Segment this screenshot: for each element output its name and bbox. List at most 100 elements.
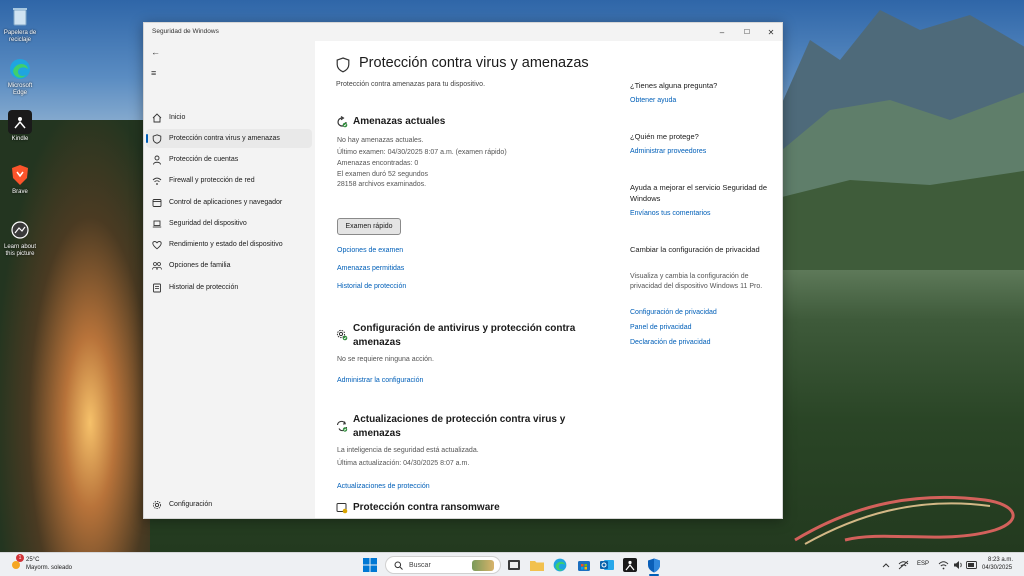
taskbar-search-box[interactable]: Buscar xyxy=(385,556,501,574)
learn-picture-icon xyxy=(8,218,32,242)
side-privacy-heading: Cambiar la configuración de privacidad xyxy=(630,245,760,254)
send-feedback-link[interactable]: Envíanos tus comentarios xyxy=(630,210,711,217)
edge-icon xyxy=(8,57,32,81)
desktop-icon-learn-picture[interactable]: Learn about this picture xyxy=(0,218,40,258)
section-title-current-threats: Amenazas actuales xyxy=(353,116,446,127)
taskbar-file-explorer[interactable] xyxy=(529,557,545,573)
hamburger-menu-button[interactable]: ≡ xyxy=(151,68,156,78)
tray-battery[interactable] xyxy=(964,557,980,573)
page-title: Protección contra virus y amenazas xyxy=(359,55,589,71)
task-view-button[interactable] xyxy=(506,557,522,573)
close-button[interactable]: ✕ xyxy=(759,23,782,41)
edge-icon xyxy=(553,558,567,572)
quick-scan-button[interactable]: Examen rápido xyxy=(337,218,401,235)
nav-item-protection-history[interactable]: Historial de protección xyxy=(146,278,312,297)
last-scan-text: Último examen: 04/30/2025 8:07 a.m. (exa… xyxy=(337,149,507,156)
update-refresh-icon xyxy=(336,420,348,434)
updates-status-text: La inteligencia de seguridad está actual… xyxy=(337,447,479,454)
wifi-icon xyxy=(152,176,162,186)
search-highlight-image xyxy=(472,560,494,571)
nav-item-app-browser-control[interactable]: Control de aplicaciones y navegador xyxy=(146,193,312,212)
nav-item-virus-protection[interactable]: Protección contra virus y amenazas xyxy=(146,129,312,148)
nav-item-account-protection[interactable]: Protección de cuentas xyxy=(146,150,312,169)
desktop-icon-label: Papelera de reciclaje xyxy=(3,30,37,43)
allowed-threats-link[interactable]: Amenazas permitidas xyxy=(337,265,404,272)
notification-badge: 1 xyxy=(16,554,24,562)
weather-description: Mayorm. soleado xyxy=(26,565,73,571)
desktop-icon-label: Kindle xyxy=(11,136,29,142)
main-content: Protección contra virus y amenazas Prote… xyxy=(315,41,782,518)
taskbar-windows-security[interactable] xyxy=(646,557,662,576)
desktop-icon-label: Brave xyxy=(12,189,28,195)
chevron-up-icon xyxy=(882,563,890,568)
taskbar-edge[interactable] xyxy=(552,557,568,573)
nav-item-home[interactable]: Inicio xyxy=(146,108,312,127)
clock-time[interactable]: 8:23 a.m. xyxy=(988,557,1013,563)
nav-item-device-security[interactable]: Seguridad del dispositivo xyxy=(146,214,312,233)
weather-widget[interactable]: 1 xyxy=(8,554,24,573)
wifi-icon xyxy=(938,561,948,570)
privacy-settings-link[interactable]: Configuración de privacidad xyxy=(630,309,717,316)
protection-updates-link[interactable]: Actualizaciones de protección xyxy=(337,483,430,490)
desktop-icon-label: Learn about this picture xyxy=(3,244,37,257)
nav-item-label: Seguridad del dispositivo xyxy=(169,220,247,227)
nav-item-label: Control de aplicaciones y navegador xyxy=(169,199,283,206)
privacy-dashboard-link[interactable]: Panel de privacidad xyxy=(630,324,692,331)
settings-status-text: No se requiere ninguna acción. xyxy=(337,356,434,363)
windows-logo-icon xyxy=(363,558,377,572)
taskbar-store[interactable] xyxy=(576,557,592,573)
search-placeholder: Buscar xyxy=(409,561,431,569)
heart-icon xyxy=(152,240,162,250)
taskbar-kindle[interactable] xyxy=(622,557,638,573)
nav-item-settings[interactable]: Configuración xyxy=(146,495,312,514)
back-button[interactable]: ← xyxy=(151,47,160,57)
navigation-pane: ← ≡ Inicio Protección contra virus y ame… xyxy=(144,41,315,518)
protection-history-link[interactable]: Historial de protección xyxy=(337,283,406,290)
threats-found-text: Amenazas encontradas: 0 xyxy=(337,160,419,167)
language-indicator[interactable]: ESP xyxy=(917,561,929,567)
network-icon xyxy=(898,560,908,570)
start-button[interactable] xyxy=(362,557,378,573)
maximize-button[interactable]: ☐ xyxy=(735,23,759,41)
minimize-button[interactable]: – xyxy=(710,23,734,41)
section-title-ransomware: Protección contra ransomware xyxy=(353,502,500,513)
nav-item-label: Inicio xyxy=(169,114,186,121)
kindle-icon xyxy=(8,110,32,134)
get-help-link[interactable]: Obtener ayuda xyxy=(630,97,676,104)
nav-item-firewall[interactable]: Firewall y protección de red xyxy=(146,171,312,190)
ransomware-icon xyxy=(336,502,348,516)
nav-item-family-options[interactable]: Opciones de familia xyxy=(146,256,312,275)
title-bar[interactable]: Seguridad de Windows – ☐ ✕ xyxy=(144,23,782,41)
files-scanned-text: 28158 archivos examinados. xyxy=(337,181,427,188)
clock-date[interactable]: 04/30/2025 xyxy=(982,565,1012,571)
nav-item-label: Rendimiento y estado del dispositivo xyxy=(169,241,283,248)
manage-settings-link[interactable]: Administrar la configuración xyxy=(337,377,423,384)
desktop-icon-recycle-bin[interactable]: Papelera de reciclaje xyxy=(0,4,40,44)
page-subtitle: Protección contra amenazas para tu dispo… xyxy=(336,81,486,88)
desktop-icon-kindle[interactable]: Kindle xyxy=(0,110,40,143)
tray-overflow-button[interactable] xyxy=(878,557,894,573)
desktop-icon-edge[interactable]: Microsoft Edge xyxy=(0,57,40,97)
nav-item-label: Configuración xyxy=(169,501,213,508)
shield-icon xyxy=(152,133,162,144)
person-icon xyxy=(152,155,162,165)
history-icon xyxy=(152,283,162,293)
gear-icon xyxy=(152,500,162,510)
manage-providers-link[interactable]: Administrar proveedores xyxy=(630,148,706,155)
tray-wifi[interactable] xyxy=(935,557,951,573)
scan-options-link[interactable]: Opciones de examen xyxy=(337,247,403,254)
section-title-antivirus-settings: Configuración de antivirus y protección … xyxy=(353,323,576,348)
desktop-icon-brave[interactable]: Brave xyxy=(0,163,40,196)
taskbar-outlook[interactable] xyxy=(599,557,615,573)
nav-item-label: Protección de cuentas xyxy=(169,156,239,163)
side-privacy-text: Visualiza y cambia la configuración de p… xyxy=(630,273,763,290)
windows-security-window: Seguridad de Windows – ☐ ✕ ← ≡ Inicio Pr… xyxy=(143,22,783,519)
laptop-icon xyxy=(152,219,162,229)
side-question-heading: ¿Tienes alguna pregunta? xyxy=(630,81,718,90)
shield-icon xyxy=(648,558,660,572)
tray-network-status[interactable] xyxy=(895,557,911,573)
threats-refresh-icon xyxy=(336,116,348,130)
nav-item-device-performance[interactable]: Rendimiento y estado del dispositivo xyxy=(146,235,312,254)
settings-gear-icon xyxy=(336,329,348,343)
privacy-statement-link[interactable]: Declaración de privacidad xyxy=(630,339,711,346)
